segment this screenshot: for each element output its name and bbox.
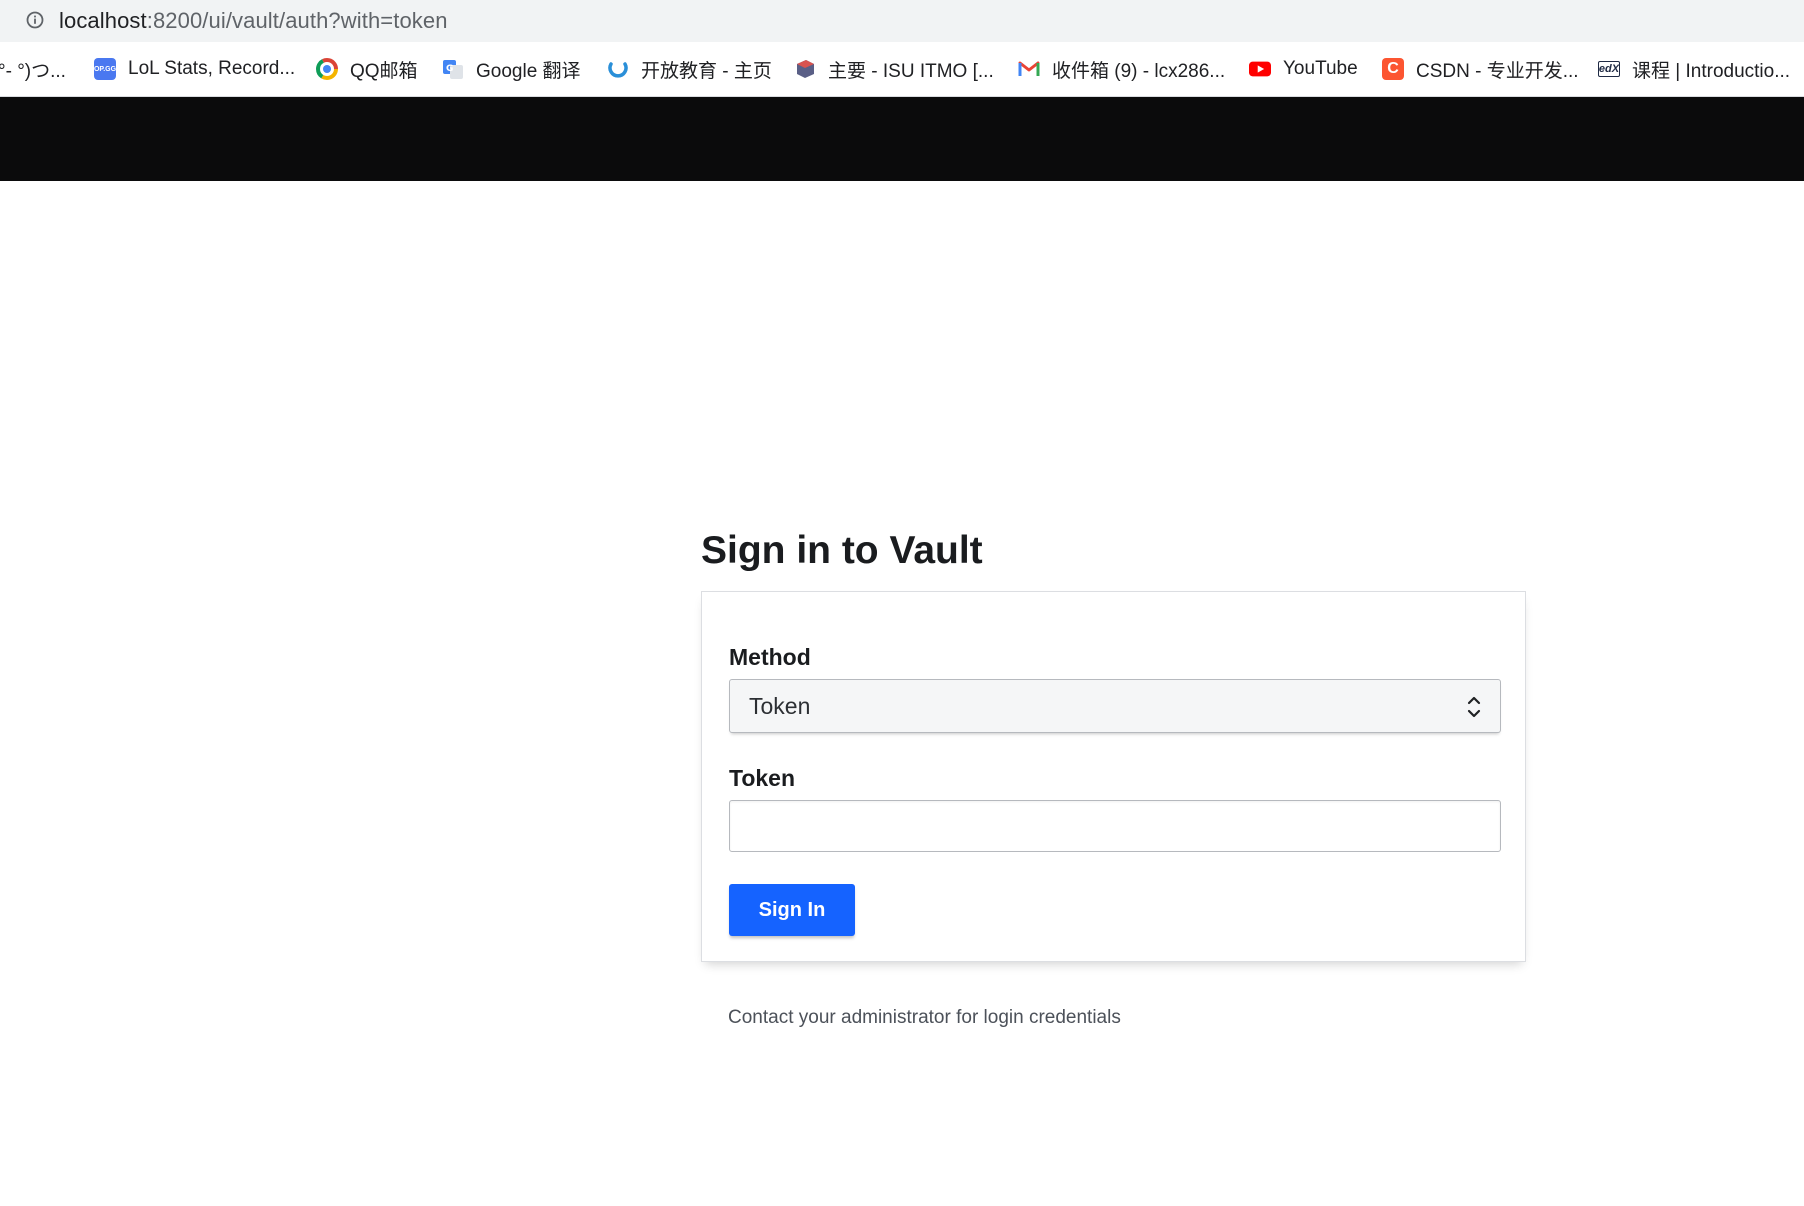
csdn-icon: C [1382,58,1404,80]
method-label: Method [729,644,811,670]
url-path: :8200/ui/vault/auth?with=token [146,8,448,33]
bookmark-label: LoL Stats, Record... [128,58,296,79]
gmail-icon [1018,58,1040,80]
method-select-value: Token [749,693,811,719]
svg-text:G: G [446,64,453,74]
bookmark-label: YouTube [1283,58,1358,79]
edx-icon: edX [1598,61,1620,77]
bookmark-item[interactable]: G Google 翻译 [442,42,581,96]
method-select[interactable]: Token [729,679,1501,733]
bookmark-label: CSDN - 专业开发... [1416,60,1579,82]
bookmark-item[interactable]: YouTube [1249,42,1358,96]
help-text: Contact your administrator for login cre… [728,1007,1121,1028]
vault-header [0,97,1804,181]
bookmark-item[interactable]: 主要 - ISU ITMO [... [794,42,994,96]
chevron-up-down-icon [1467,696,1481,718]
bookmark-label: 开放教育 - 主页 [641,60,772,82]
bookmark-item[interactable]: 开放教育 - 主页 [607,42,772,96]
bookmark-label: 收件箱 (9) - lcx286... [1052,60,1226,82]
itmo-icon [794,58,816,80]
bookmark-item[interactable]: C CSDN - 专业开发... [1382,42,1579,96]
bookmarks-bar: °- °)つ... OP.GG LoL Stats, Record... QQ邮… [0,42,1804,97]
url-text[interactable]: localhost:8200/ui/vault/auth?with=token [59,8,448,34]
page-title: Sign in to Vault [701,529,983,572]
url-host: localhost [59,8,147,33]
bookmark-item[interactable]: OP.GG LoL Stats, Record... [94,42,295,96]
bookmark-label: 主要 - ISU ITMO [... [828,60,994,82]
bookmark-label: QQ邮箱 [350,60,418,82]
qqmail-icon [316,58,338,80]
bookmark-item[interactable]: edX 课程 | Introductio... [1598,42,1790,96]
browser-address-bar: localhost:8200/ui/vault/auth?with=token [0,0,1804,42]
bookmark-label: 课程 | Introductio... [1632,60,1791,82]
sign-in-button[interactable]: Sign In [729,884,855,936]
token-input[interactable] [729,800,1501,852]
signin-card: Method Token Token Sign In [701,591,1526,962]
bookmark-label: Google 翻译 [476,60,581,82]
info-icon[interactable] [26,11,44,29]
bookmark-label: °- °)つ... [0,60,66,82]
opgg-icon: OP.GG [94,58,116,80]
bookmark-item[interactable]: °- °)つ... [0,42,66,96]
bookmark-item[interactable]: 收件箱 (9) - lcx286... [1018,42,1225,96]
bookmark-item[interactable]: QQ邮箱 [316,42,418,96]
google-translate-icon: G [442,58,464,80]
token-label: Token [729,765,796,791]
open-education-icon [607,58,629,80]
youtube-icon [1249,58,1271,80]
